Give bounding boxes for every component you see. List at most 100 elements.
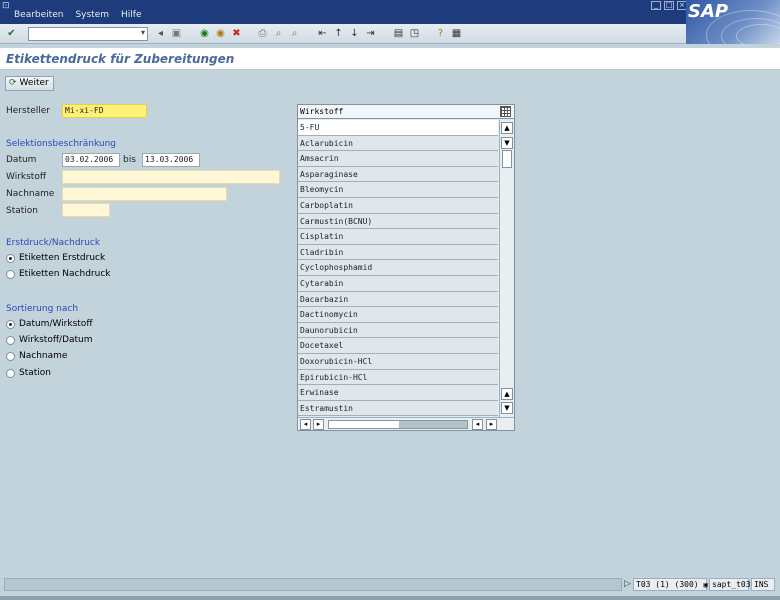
list-item[interactable]: Estramustin <box>298 400 498 417</box>
nachname-field[interactable] <box>62 187 227 201</box>
wirkstoff-label: Wirkstoff <box>6 172 47 182</box>
radio-dot <box>6 368 15 378</box>
menu-items: Bearbeiten System Hilfe <box>14 10 142 20</box>
sap-logo: SAP <box>686 0 780 44</box>
weiter-button[interactable]: ⟳ Weiter <box>5 76 54 91</box>
minimize-icon[interactable]: _ <box>651 1 661 10</box>
radio-dot <box>6 253 15 263</box>
radio-dot <box>6 319 15 329</box>
datum-label: Datum <box>6 155 37 165</box>
list-item[interactable]: Epirubicin-HCl <box>298 369 498 386</box>
status-system-icon[interactable]: ▣ <box>703 581 707 589</box>
scroll-right-icon[interactable]: ▸ <box>486 419 497 430</box>
list-item[interactable]: Bleomycin <box>298 182 498 198</box>
list-item[interactable]: Daunorubicin <box>298 322 498 339</box>
radio-label: Station <box>19 368 51 378</box>
green-arrow-icon[interactable]: ◉ <box>198 27 211 40</box>
column-settings-icon[interactable] <box>500 106 511 117</box>
new-session-icon[interactable]: ▤ <box>392 27 405 40</box>
cancel-icon[interactable]: ✖ <box>230 27 243 40</box>
prev-page-icon[interactable]: ↑ <box>332 27 345 40</box>
save-icon[interactable]: ▣ <box>170 27 183 40</box>
radio-station[interactable]: Station <box>6 368 51 378</box>
list-item[interactable]: Cytarabin <box>298 275 498 292</box>
radio-datum-wirkstoff[interactable]: Datum/Wirkstoff <box>6 319 93 329</box>
command-field[interactable]: ▾ <box>28 27 148 41</box>
list-item[interactable]: Docetaxel <box>298 338 498 354</box>
list-item[interactable]: Cyclophosphamid <box>298 260 498 276</box>
next-page-icon[interactable]: ↓ <box>348 27 361 40</box>
scroll-down-icon[interactable]: ▼ <box>501 402 513 414</box>
standard-toolbar: ✔ ▾ ◂ ▣ ◉ ◉ ✖ ⎙ ⌕ ⌕ ⇤ ↑ ↓ ⇥ ▤ ◳ ? ▦ <box>0 24 686 44</box>
find-icon[interactable]: ⌕ <box>272 27 285 40</box>
radio-dot <box>6 335 15 345</box>
status-expand-icon[interactable]: ▷ <box>624 579 631 589</box>
list-item[interactable]: Erwinase <box>298 385 498 401</box>
vertical-scrollbar[interactable]: ▲ ▼ ▲ ▼ <box>499 120 513 417</box>
datum-to-field[interactable]: 13.03.2006 <box>142 153 200 167</box>
radio-label: Nachname <box>19 351 68 361</box>
radio-nachdruck[interactable]: Etiketten Nachdruck <box>6 269 110 279</box>
list-item[interactable]: Carmustin(BCNU) <box>298 213 498 230</box>
help-icon[interactable]: ? <box>434 27 447 40</box>
radio-erstdruck[interactable]: Etiketten Erstdruck <box>6 253 105 263</box>
list-item[interactable]: 5-FU <box>298 120 498 136</box>
hersteller-field[interactable]: Mi-xi-FD <box>62 104 147 118</box>
system-menu-icon[interactable]: ⊡ <box>2 1 10 11</box>
list-item[interactable]: Amsacrin <box>298 151 498 167</box>
list-item[interactable]: Cisplatin <box>298 229 498 245</box>
scroll-thumb[interactable] <box>502 150 512 168</box>
sap-logo-text: SAP <box>688 1 729 22</box>
status-server: sapt_t03 <box>709 578 751 591</box>
scroll-up-icon[interactable]: ▲ <box>501 122 513 134</box>
dropdown-header: Wirkstoff <box>298 105 514 119</box>
scroll-up-page-icon[interactable]: ▲ <box>501 388 513 400</box>
bottom-border <box>0 596 780 600</box>
list-item[interactable]: Dacarbazin <box>298 291 498 308</box>
check-icon[interactable]: ✔ <box>5 27 18 40</box>
radio-label: Datum/Wirkstoff <box>19 319 93 329</box>
exit-icon[interactable]: ◉ <box>214 27 227 40</box>
menu-hilfe[interactable]: Hilfe <box>121 10 141 20</box>
radio-label: Wirkstoff/Datum <box>19 335 93 345</box>
menu-system[interactable]: System <box>75 10 109 20</box>
radio-wirkstoff-datum[interactable]: Wirkstoff/Datum <box>6 335 93 345</box>
list-item[interactable]: Dactinomycin <box>298 307 498 323</box>
station-field[interactable] <box>62 203 110 217</box>
bis-label: bis <box>123 155 136 165</box>
scroll-down-page-icon[interactable]: ▼ <box>501 137 513 149</box>
list-item[interactable]: Asparaginase <box>298 166 498 183</box>
list-item[interactable]: Carboplatin <box>298 197 498 214</box>
dropdown-rows: 5-FU Aclarubicin Amsacrin Asparaginase B… <box>298 120 498 417</box>
dropdown-header-label: Wirkstoff <box>300 107 344 116</box>
menu-bearbeiten[interactable]: Bearbeiten <box>14 10 63 20</box>
selection-group-title: Selektionsbeschränkung <box>6 139 116 149</box>
scroll-left-page-icon[interactable]: ◂ <box>472 419 483 430</box>
first-page-icon[interactable]: ⇤ <box>316 27 329 40</box>
shortcut-icon[interactable]: ◳ <box>408 27 421 40</box>
list-item[interactable]: Cladribin <box>298 244 498 261</box>
horizontal-scroll-thumb[interactable] <box>328 420 468 429</box>
horizontal-scrollbar[interactable]: ◂ ▸ ◂ ▸ <box>298 417 514 430</box>
sort-group-title: Sortierung nach <box>6 304 79 314</box>
scroll-right-page-icon[interactable]: ▸ <box>313 419 324 430</box>
status-bar: ▷ T03 (1) (300) ▣ sapt_t03 INS <box>0 576 780 594</box>
status-mode[interactable]: INS <box>751 578 775 591</box>
last-page-icon[interactable]: ⇥ <box>364 27 377 40</box>
maximize-icon[interactable]: □ <box>664 1 674 10</box>
hersteller-label: Hersteller <box>6 106 50 116</box>
layout-icon[interactable]: ▦ <box>450 27 463 40</box>
datum-from-field[interactable]: 03.02.2006 <box>62 153 120 167</box>
find-next-icon[interactable]: ⌕ <box>288 27 301 40</box>
status-message-area <box>4 578 622 591</box>
list-item[interactable]: Aclarubicin <box>298 135 498 152</box>
command-history-icon[interactable]: ▾ <box>141 28 145 37</box>
print-mode-group-title: Erstdruck/Nachdruck <box>6 238 101 248</box>
radio-nachname[interactable]: Nachname <box>6 351 67 361</box>
list-item[interactable]: Doxorubicin-HCl <box>298 353 498 370</box>
page-title: Etikettendruck für Zubereitungen <box>6 52 235 66</box>
wirkstoff-field[interactable] <box>62 170 280 184</box>
back-icon[interactable]: ◂ <box>154 27 167 40</box>
scroll-left-icon[interactable]: ◂ <box>300 419 311 430</box>
print-icon[interactable]: ⎙ <box>256 27 269 40</box>
